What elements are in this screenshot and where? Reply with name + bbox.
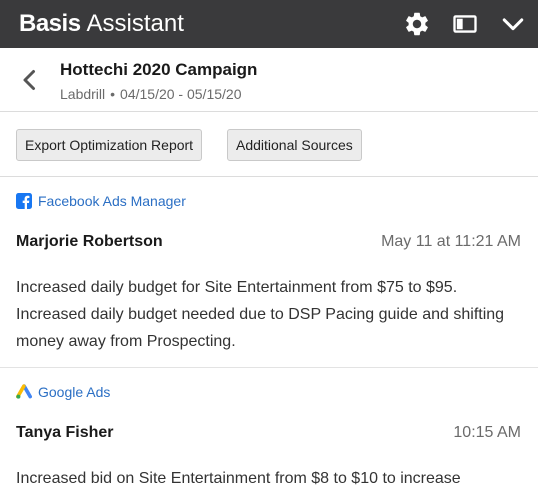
author-name: Tanya Fisher [16,424,114,441]
export-optimization-report-button[interactable]: Export Optimization Report [16,129,203,161]
timestamp: May 11 at 11:21 AM [381,233,521,250]
separator-dot: • [110,86,116,102]
campaign-header: Hottechi 2020 Campaign Labdrill • 04/15/20… [0,48,538,112]
additional-sources-button[interactable]: Additional Sources [227,129,362,161]
source-link[interactable]: Google Ads [16,383,110,401]
facebook-icon [16,193,32,209]
date-range: 04/15/20 - 05/15/20 [120,86,242,102]
client-name: Labdrill [60,86,106,102]
gear-icon[interactable] [403,10,431,38]
action-toolbar: Export Optimization Report Additional So… [0,113,538,177]
activity-entry: Facebook Ads Manager Marjorie Robertson … [0,178,538,368]
title-bar: Basis Assistant [0,0,538,48]
app-logo: Basis Assistant [19,8,184,40]
entry-text: Increased bid on Site Entertainment from… [16,470,461,487]
activity-entry: Google Ads Tanya Fisher 10:15 AM Increas… [0,369,538,496]
entry-text: Increased daily budget for Site Entertai… [16,279,505,350]
source-link[interactable]: Facebook Ads Manager [16,192,186,210]
author-name: Marjorie Robertson [16,233,163,250]
brand-product: Assistant [86,10,184,37]
google-ads-icon [16,384,32,399]
panel-icon[interactable] [451,10,479,38]
source-label: Facebook Ads Manager [38,193,186,209]
campaign-title: Hottechi 2020 Campaign [60,60,258,79]
source-label: Google Ads [38,384,111,400]
chevron-down-icon[interactable] [499,10,527,38]
brand-name: Basis [19,10,81,37]
campaign-subtitle: Labdrill • 04/15/20 - 05/15/20 [60,85,241,103]
timestamp: 10:15 AM [453,424,521,441]
back-arrow-icon[interactable] [14,64,46,96]
